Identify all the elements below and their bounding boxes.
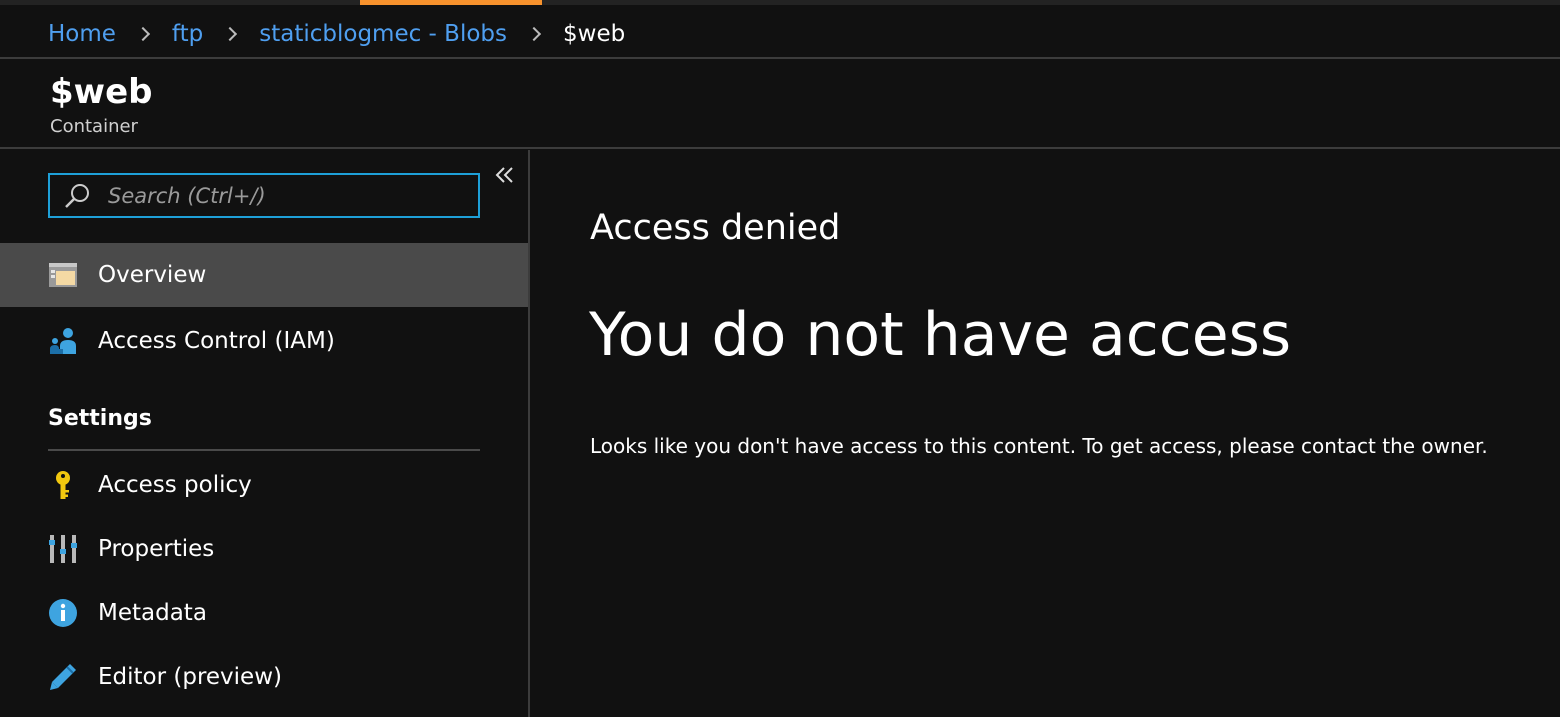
sidebar-divider	[528, 150, 530, 717]
breadcrumb-current: $web	[563, 21, 626, 47]
sidebar-item-iam[interactable]: Access Control (IAM)	[0, 309, 528, 373]
breadcrumb-blobs[interactable]: staticblogmec - Blobs	[259, 21, 507, 47]
key-icon	[48, 470, 78, 500]
no-access-headline: You do not have access	[589, 300, 1292, 370]
chevron-right-icon	[135, 26, 150, 42]
sidebar-item-label: Metadata	[98, 600, 207, 626]
settings-heading: Settings	[48, 406, 152, 431]
page-title: $web	[50, 72, 153, 112]
properties-sliders-icon	[48, 534, 78, 564]
double-chevron-left-icon	[495, 167, 513, 183]
access-denied-heading: Access denied	[590, 208, 841, 248]
sidebar-item-metadata[interactable]: Metadata	[0, 581, 528, 645]
sidebar-item-label: Editor (preview)	[98, 664, 282, 690]
header-divider-top	[0, 57, 1560, 59]
settings-divider	[48, 449, 480, 451]
info-icon	[48, 598, 78, 628]
sidebar-item-label: Access policy	[98, 472, 252, 498]
chevron-right-icon	[223, 26, 238, 42]
breadcrumb-home[interactable]: Home	[48, 21, 116, 47]
top-bar	[0, 0, 1560, 5]
sidebar-item-properties[interactable]: Properties	[0, 517, 528, 581]
page-subtitle: Container	[50, 116, 138, 137]
search-icon	[65, 183, 89, 208]
sidebar-search[interactable]	[48, 173, 480, 218]
sidebar-item-label: Access Control (IAM)	[98, 328, 335, 354]
breadcrumb: Home ftp staticblogmec - Blobs $web	[48, 18, 625, 50]
sidebar-item-access-policy[interactable]: Access policy	[0, 453, 528, 517]
pencil-icon	[48, 662, 78, 692]
collapse-sidebar-button[interactable]	[492, 164, 518, 188]
chevron-right-icon	[526, 26, 542, 42]
no-access-message: Looks like you don't have access to this…	[590, 434, 1488, 458]
breadcrumb-ftp[interactable]: ftp	[172, 21, 203, 47]
sidebar-item-label: Properties	[98, 536, 215, 562]
top-bar-accent	[360, 0, 542, 5]
sidebar-item-overview[interactable]: Overview	[0, 243, 528, 307]
sidebar-item-editor[interactable]: Editor (preview)	[0, 645, 528, 709]
iam-people-icon	[48, 326, 78, 356]
overview-icon	[48, 260, 78, 290]
header-divider-bottom	[0, 147, 1560, 149]
sidebar-item-label: Overview	[98, 262, 207, 288]
search-input[interactable]	[108, 183, 448, 208]
